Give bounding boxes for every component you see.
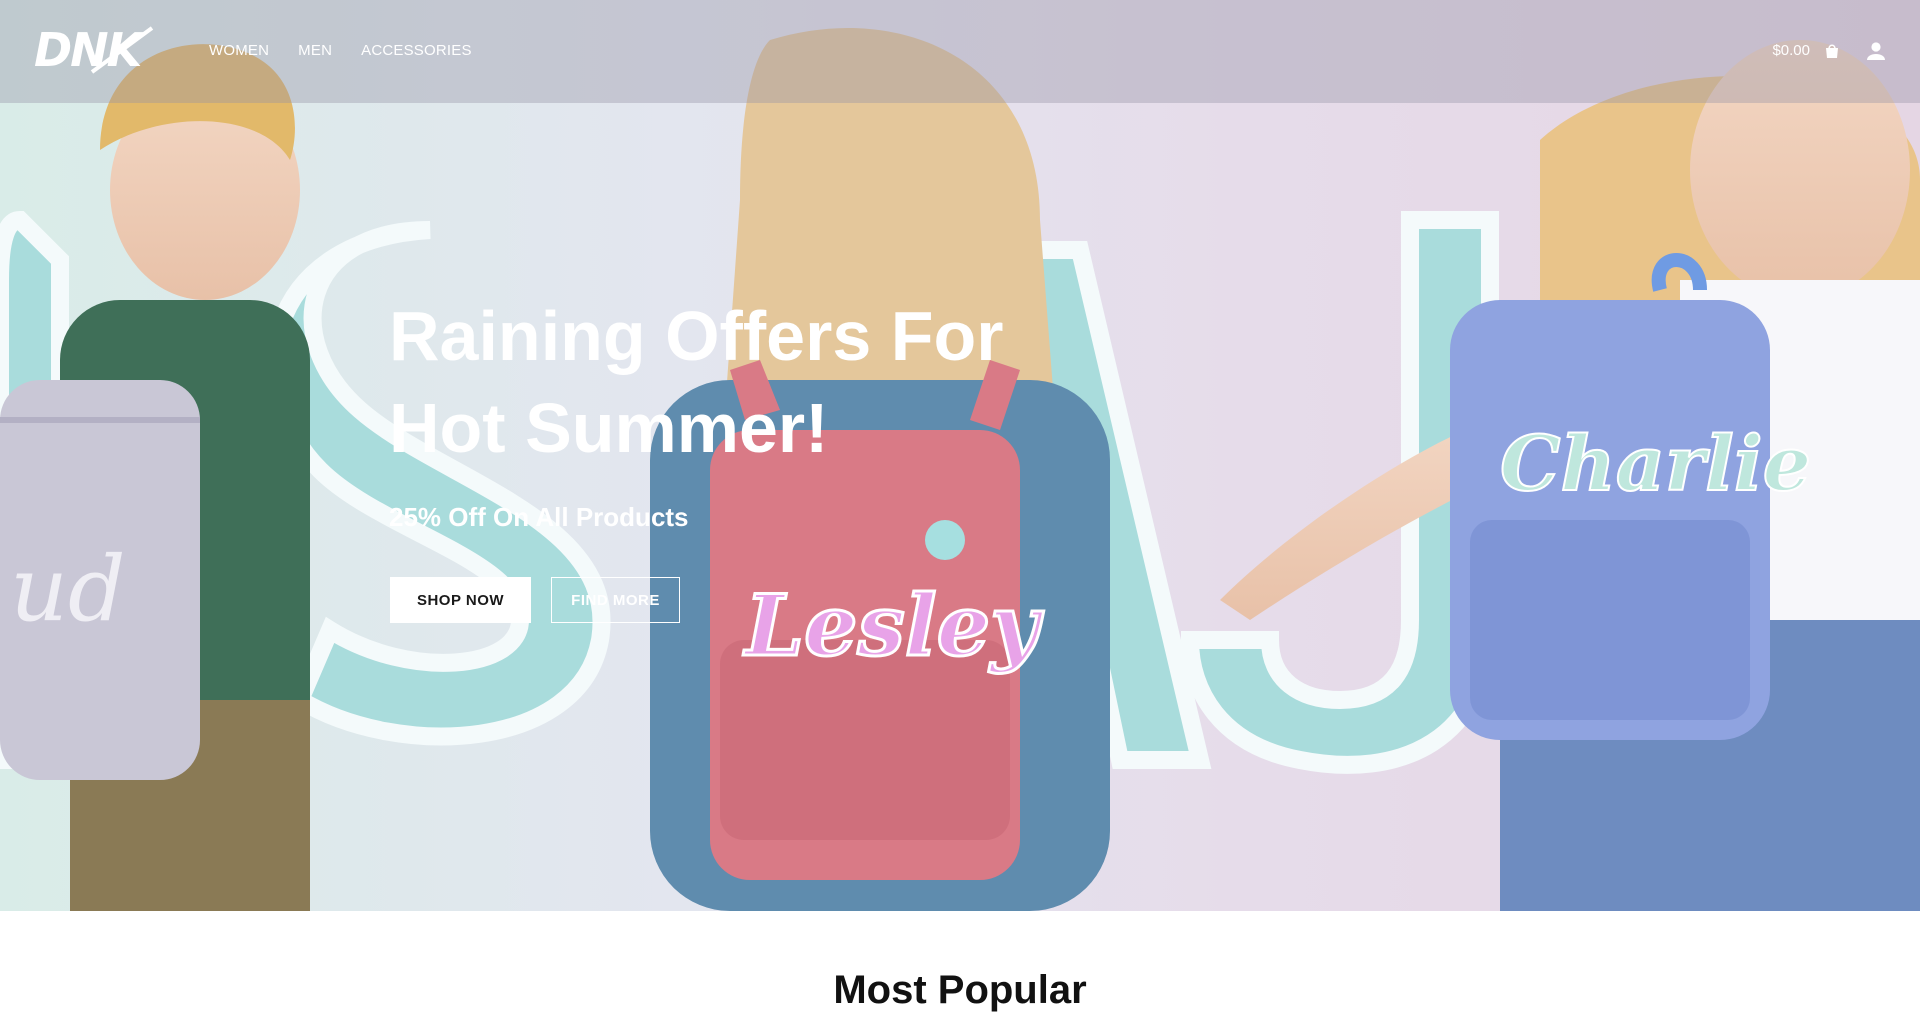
nav-item-women[interactable]: WOMEN bbox=[209, 42, 269, 59]
cart-total: $0.00 bbox=[1772, 42, 1810, 59]
running-girl-figure: Charlie bbox=[1220, 40, 1920, 911]
boy-figure: ud bbox=[0, 44, 310, 911]
find-more-button[interactable]: FIND MORE bbox=[551, 577, 680, 623]
hero-banner: ud Lesley Charlie DNK WOMEN MEN ACCESSOR… bbox=[0, 0, 1920, 911]
svg-text:ud: ud bbox=[10, 537, 126, 642]
nav-item-accessories[interactable]: ACCESSORIES bbox=[361, 42, 472, 59]
hero-title-line2: Hot Summer! bbox=[389, 389, 829, 467]
top-navbar: DNK WOMEN MEN ACCESSORIES $0.00 bbox=[0, 0, 1920, 103]
brand-logo[interactable]: DNK bbox=[34, 24, 154, 76]
hero-title: Raining Offers For Hot Summer! bbox=[389, 290, 1089, 474]
logo-text: DNK bbox=[34, 24, 146, 76]
cart-link[interactable]: $0.00 bbox=[1772, 42, 1840, 59]
svg-text:Lesley: Lesley bbox=[743, 576, 1044, 675]
section-title: Most Popular bbox=[833, 968, 1087, 1012]
hero-title-line1: Raining Offers For bbox=[389, 297, 1004, 375]
main-nav: WOMEN MEN ACCESSORIES bbox=[209, 42, 472, 59]
user-icon[interactable] bbox=[1866, 41, 1886, 61]
shopping-bag-icon bbox=[1826, 43, 1838, 58]
hero-subtitle: 25% Off On All Products bbox=[389, 502, 689, 532]
shop-now-button[interactable]: SHOP NOW bbox=[390, 577, 531, 623]
nav-item-men[interactable]: MEN bbox=[298, 42, 332, 59]
svg-text:Charlie: Charlie bbox=[1500, 419, 1811, 508]
